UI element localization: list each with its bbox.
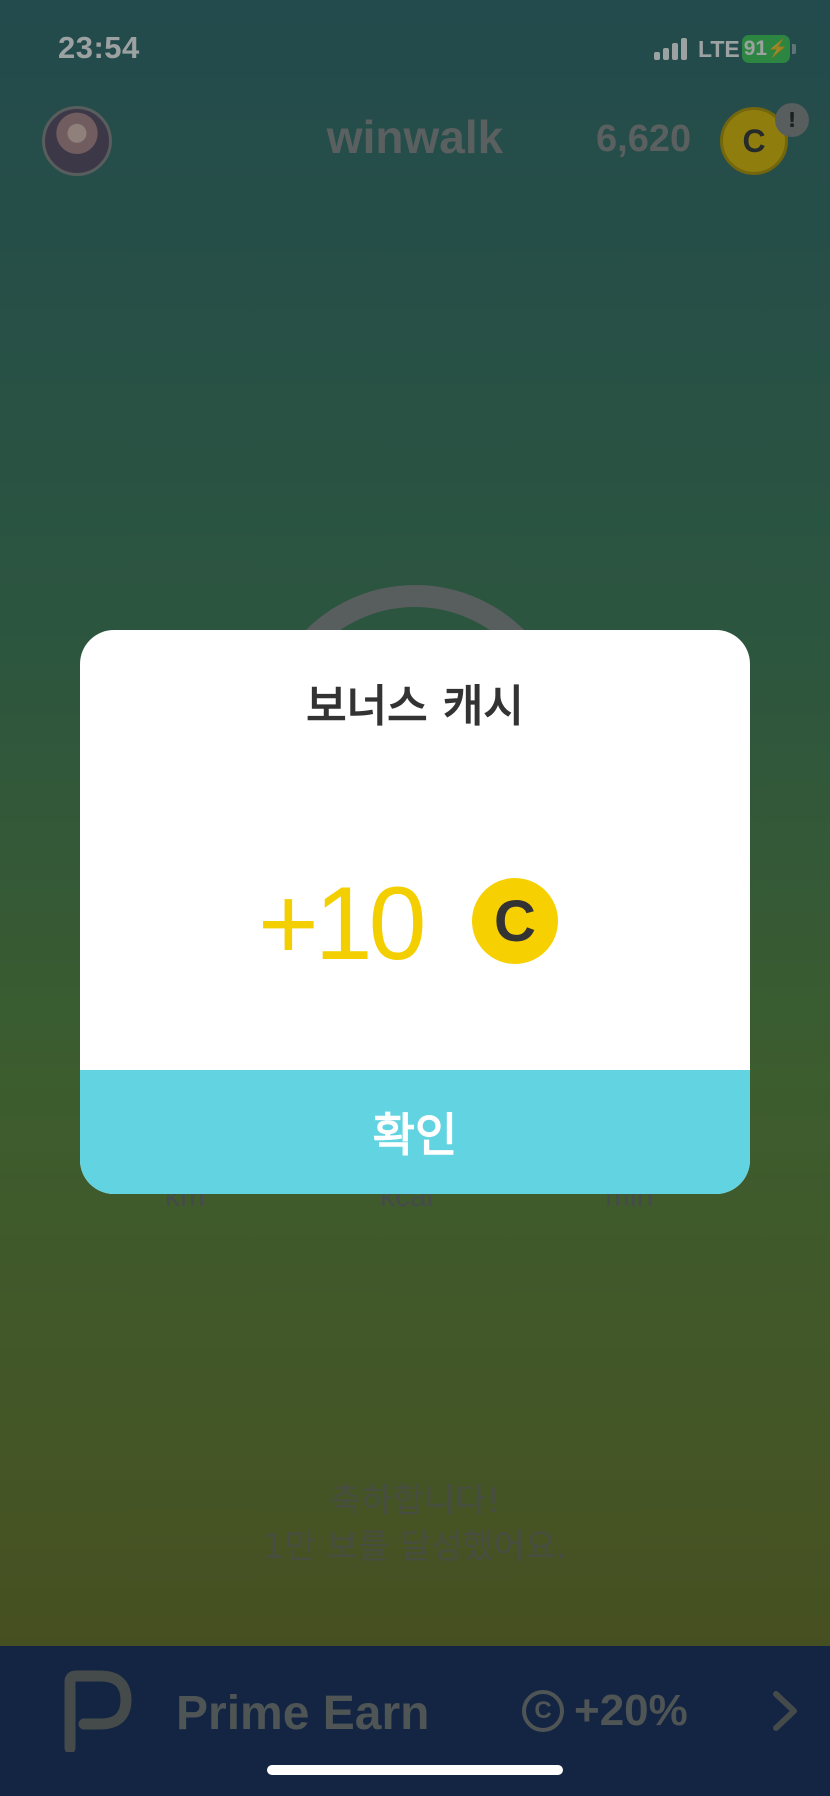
modal-title: 보너스 캐시 — [306, 681, 524, 732]
reward-amount: +10 — [258, 866, 426, 982]
bonus-cash-modal: 보너스 캐시 +10 C 확인 — [80, 630, 750, 1194]
coin-icon: C — [472, 878, 558, 964]
home-indicator[interactable] — [267, 1765, 563, 1775]
reward-display: +10 C — [80, 865, 750, 985]
confirm-button[interactable]: 확인 — [80, 1070, 750, 1194]
